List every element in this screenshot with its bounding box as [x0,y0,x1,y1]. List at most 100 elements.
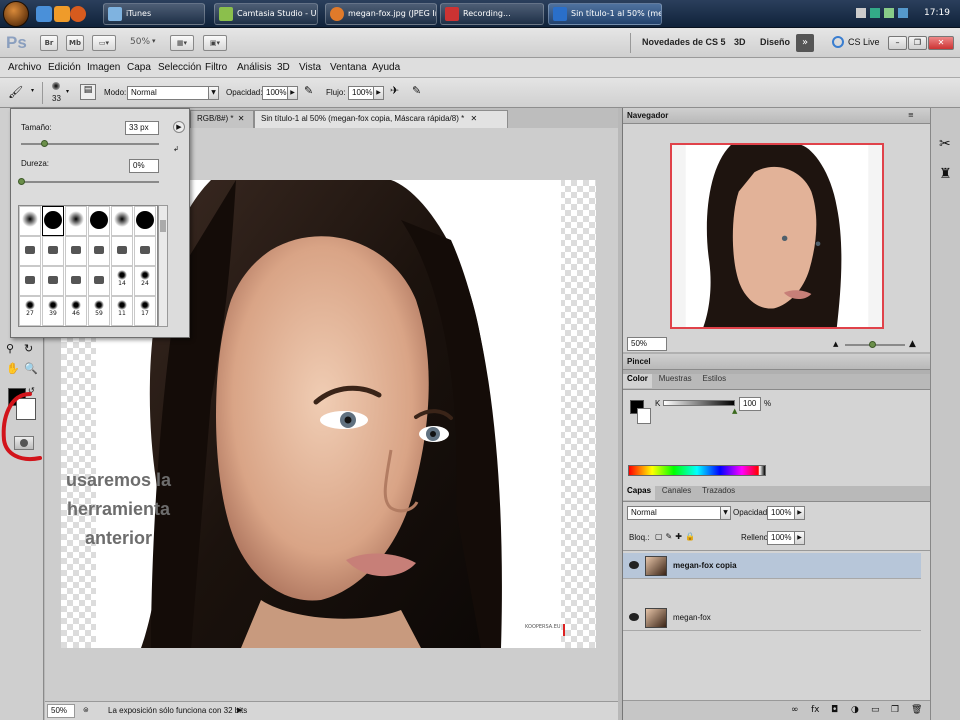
brush-tip[interactable]: 46 [65,296,87,326]
add-mask-icon[interactable]: ◘ [831,705,838,715]
adjustment-layer-icon[interactable]: ◑ [851,705,859,715]
new-layer-icon[interactable]: ❐ [891,705,899,715]
brush-tip[interactable] [111,236,133,266]
brush-tip[interactable] [134,236,156,266]
arrange-documents-button[interactable]: ▦▾ [170,35,194,51]
brush-tip[interactable] [65,206,87,236]
task-photoshop[interactable]: Sin título-1 al 50% (meg... [548,3,662,25]
tab-swatches[interactable]: Muestras [655,374,696,388]
chevron-down-icon[interactable]: ▼ [720,506,731,520]
fill-field[interactable]: 100% [767,531,795,545]
link-layers-icon[interactable]: ∞ [791,705,799,715]
pressure-opacity-icon[interactable]: ✎ [304,84,320,100]
menu-vista[interactable]: Vista [299,62,321,73]
zoom-level[interactable]: 50% [130,37,150,47]
more-workspaces-button[interactable]: » [796,34,814,52]
menu-3d[interactable]: 3D [277,62,290,73]
menu-ayuda[interactable]: Ayuda [372,62,400,73]
tab-layers[interactable]: Capas [623,486,656,500]
ie-icon[interactable] [36,6,52,22]
hardness-field[interactable]: 0% [129,159,159,173]
rotate-view-icon[interactable]: ↻ [24,342,38,356]
brush-panel-toggle-icon[interactable]: ▤ [80,84,96,100]
menu-ventana[interactable]: Ventana [330,62,367,73]
eye-icon[interactable] [629,613,639,621]
chevron-down-icon[interactable]: ▾ [31,87,34,94]
color-spectrum-bar[interactable] [628,465,766,476]
brush-tip[interactable] [42,206,64,236]
layer-name[interactable]: megan-fox copia [673,561,737,570]
new-group-icon[interactable]: ▭ [871,705,880,715]
bridge-button[interactable]: Br [40,35,58,51]
navigator-zoom-knob[interactable] [869,341,876,348]
chevron-down-icon[interactable]: ▼ [208,86,219,100]
workspace-3d[interactable]: 3D [734,37,746,47]
clone-source-icon[interactable]: ♜ [939,166,952,182]
brush-tip[interactable] [88,236,110,266]
tab-color[interactable]: Color [623,374,652,388]
zoom-tool-icon[interactable]: 🔍 [24,362,38,376]
brush-grid-scrollbar[interactable] [158,205,168,327]
lock-icons[interactable]: ▢✎✚🔒 [655,532,698,541]
brush-tip[interactable] [19,236,41,266]
color-background-swatch[interactable] [637,408,651,424]
zoom-in-icon[interactable]: ▲ [909,339,916,349]
hardness-slider-knob[interactable] [18,178,25,185]
brush-tip[interactable] [42,266,64,296]
brush-tip[interactable] [65,266,87,296]
menu-archivo[interactable]: Archivo [8,62,41,73]
brush-tip[interactable]: 59 [88,296,110,326]
eye-icon[interactable] [629,561,639,569]
menu-analisis[interactable]: Análisis [237,62,271,73]
task-recording[interactable]: Recording... [440,3,544,25]
firefox-icon[interactable] [70,6,86,22]
close-icon[interactable]: ✕ [470,114,477,123]
chevron-down-icon[interactable]: ▾ [66,88,69,95]
flow-field[interactable]: 100% [348,86,374,100]
status-zoom-field[interactable]: 50% [47,704,75,718]
k-field[interactable]: 100 [739,397,761,411]
menu-capa[interactable]: Capa [127,62,151,73]
brush-tip[interactable] [134,206,156,236]
folder-icon[interactable] [54,6,70,22]
brush-preview-icon[interactable] [52,82,60,90]
chevron-right-icon[interactable]: ▶ [287,86,298,100]
brush-tip[interactable] [19,206,41,236]
panel-menu-icon[interactable]: ≡ [908,111,914,119]
brush-tip[interactable]: 27 [19,296,41,326]
layer-opacity-field[interactable]: 100% [767,506,795,520]
size-field[interactable]: 33 px [125,121,159,135]
pressure-size-icon[interactable]: ✎ [412,84,428,100]
task-camtasia[interactable]: Camtasia Studio - Untitl... [214,3,318,25]
task-itunes[interactable]: iTunes [103,3,205,25]
navigator-zoom-field[interactable]: 50% [627,337,667,351]
minimize-button[interactable]: – [888,36,907,50]
tab-channels[interactable]: Canales [658,486,695,500]
mode-select[interactable]: Normal [127,86,209,100]
brush-panel-title[interactable]: Pincel [623,354,931,370]
k-slider-knob[interactable]: ▲ [732,407,737,415]
chevron-right-icon[interactable]: ▶ [794,531,805,545]
tray-icon[interactable] [898,8,908,18]
view-extras-button[interactable]: ▭▾ [92,35,116,51]
layer-row[interactable]: megan-fox [623,605,921,631]
tab-styles[interactable]: Estilos [699,374,731,388]
tray-icon[interactable] [856,8,866,18]
brush-tip[interactable]: 24 [134,266,156,296]
screen-mode-button[interactable]: ▣▾ [203,35,227,51]
brush-tip[interactable] [19,266,41,296]
opacity-field[interactable]: 100% [262,86,288,100]
brush-tip[interactable] [65,236,87,266]
airbrush-icon[interactable]: ✈ [390,84,406,100]
menu-seleccion[interactable]: Selección [158,62,201,73]
chevron-down-icon[interactable]: ▾ [152,37,156,45]
brush-tip[interactable] [111,206,133,236]
volume-icon[interactable] [884,8,894,18]
task-firefox-image[interactable]: megan-fox.jpg (JPEG Ima... [325,3,437,25]
size-slider-knob[interactable] [41,140,49,147]
navigator-proxy-view[interactable] [670,143,884,329]
start-button[interactable] [3,1,29,27]
chevron-right-icon[interactable]: ▶ [237,706,242,714]
brush-tip[interactable] [42,236,64,266]
clock[interactable]: 17:19 [924,8,950,18]
